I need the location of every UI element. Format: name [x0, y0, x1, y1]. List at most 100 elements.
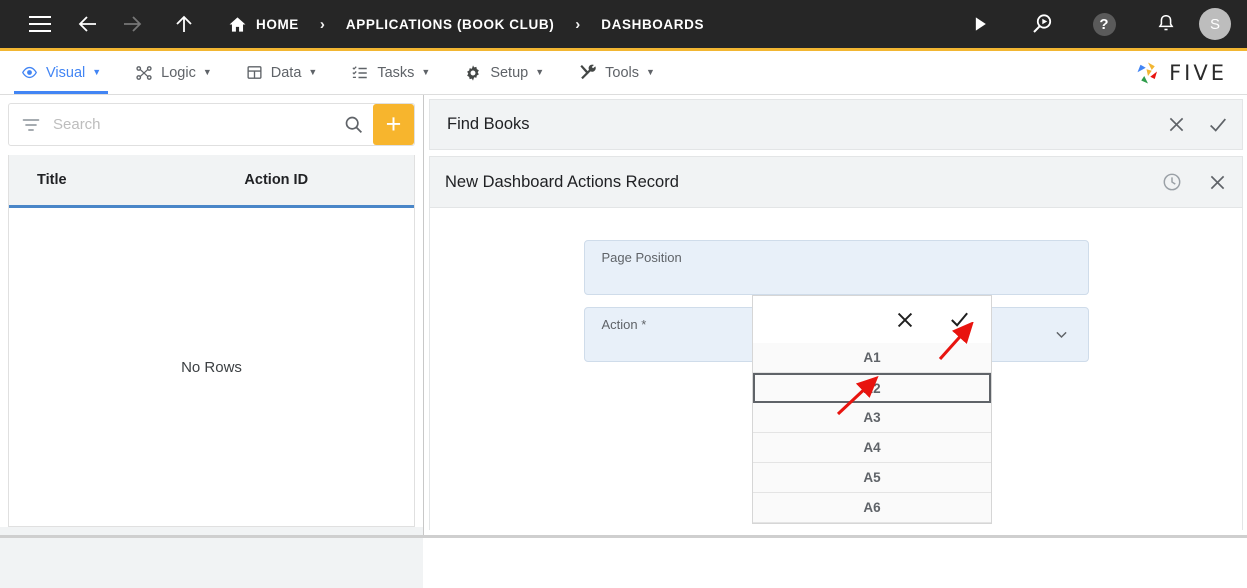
page-position-label: Page Position	[601, 250, 682, 265]
dropdown-option-a3[interactable]: A3	[753, 403, 991, 433]
user-avatar[interactable]: S	[1199, 8, 1231, 40]
clock-history-icon	[1163, 173, 1181, 191]
menu-label-tools: Tools	[605, 64, 639, 81]
run-button[interactable]	[958, 0, 1002, 48]
menu-item-data[interactable]: Data ▼	[233, 51, 331, 94]
avatar-initial: S	[1209, 15, 1220, 33]
dropdown-option-a4[interactable]: A4	[753, 433, 991, 463]
record-close-button[interactable]	[1203, 168, 1231, 196]
chevron-down-icon[interactable]	[1053, 326, 1070, 348]
five-logo-mark	[1137, 62, 1158, 83]
record-history-button[interactable]	[1158, 168, 1186, 196]
new-record-title: New Dashboard Actions Record	[445, 172, 679, 191]
breadcrumb-label-applications: APPLICATIONS (BOOK CLUB)	[345, 16, 555, 32]
page-position-field[interactable]: Page Position	[583, 240, 1089, 295]
dropdown-cancel-button[interactable]	[891, 306, 919, 334]
arrow-right-icon	[124, 16, 142, 32]
grid-header-row: Title Action ID	[9, 155, 414, 208]
five-logo: FIVE	[1133, 58, 1247, 88]
menu-item-tasks[interactable]: Tasks ▼	[338, 51, 443, 94]
check-icon	[1210, 117, 1227, 132]
plus-icon: +	[385, 109, 402, 139]
breadcrumb-separator: ›	[319, 15, 325, 33]
help-button[interactable]: ?	[1082, 0, 1126, 48]
home-icon	[228, 15, 247, 34]
records-grid: Title Action ID No Rows	[8, 155, 415, 527]
filter-icon	[22, 118, 40, 131]
menu-item-logic[interactable]: Logic ▼	[122, 51, 225, 94]
chevron-down-icon: ▼	[535, 67, 545, 77]
breadcrumb-item-home[interactable]: HOME	[226, 15, 301, 34]
action-dropdown-popup: A1 A2 A3 A4 A5 A6	[752, 295, 992, 524]
breadcrumb-item-dashboards[interactable]: DASHBOARDS	[599, 17, 706, 32]
search-input[interactable]	[53, 116, 333, 133]
gear-icon	[464, 64, 482, 82]
notifications-button[interactable]	[1144, 0, 1188, 48]
run-play-icon	[975, 17, 986, 31]
grid-column-header-action-id[interactable]: Action ID	[216, 172, 414, 188]
active-tab-underline	[14, 91, 109, 94]
top-nav-right-group: ? S	[958, 0, 1247, 48]
find-books-confirm-button[interactable]	[1204, 111, 1232, 139]
table-grid-icon	[246, 64, 263, 81]
chevron-down-icon: ▼	[308, 67, 318, 77]
dropdown-confirm-button[interactable]	[945, 306, 973, 334]
hamburger-menu-button[interactable]	[14, 0, 66, 48]
action-label: Action *	[601, 317, 647, 332]
check-icon	[950, 312, 968, 327]
hamburger-icon	[29, 16, 51, 32]
no-rows-label: No Rows	[181, 358, 242, 376]
top-navigation-bar: HOME › APPLICATIONS (BOOK CLUB) › DASHBO…	[0, 0, 1247, 51]
new-record-header: New Dashboard Actions Record	[430, 157, 1242, 208]
grid-column-header-title[interactable]: Title	[9, 172, 216, 188]
search-bar: +	[8, 103, 415, 146]
breadcrumb-separator: ›	[575, 15, 581, 33]
dropdown-option-list: A1 A2 A3 A4 A5 A6	[752, 343, 992, 524]
menu-label-tasks: Tasks	[377, 64, 415, 81]
forward-button[interactable]	[110, 0, 154, 48]
notifications-bell-icon	[1158, 14, 1174, 31]
dropdown-toolbar	[752, 295, 992, 343]
arrow-up-icon	[176, 15, 192, 32]
dropdown-option-a2[interactable]: A2	[753, 373, 991, 403]
find-books-panel-header: Find Books	[429, 99, 1243, 150]
help-icon: ?	[1092, 12, 1116, 36]
menu-label-data: Data	[270, 64, 302, 81]
find-books-actions	[1162, 111, 1242, 139]
checklist-icon	[351, 64, 369, 82]
module-menu-bar: Visual ▼ Logic ▼ Data ▼ Tasks ▼ Setup ▼ …	[0, 51, 1247, 95]
search-button[interactable]	[333, 114, 373, 135]
filter-button[interactable]	[9, 115, 53, 135]
menu-item-visual[interactable]: Visual ▼	[8, 51, 114, 94]
chevron-down-icon: ▼	[202, 67, 212, 77]
add-record-button[interactable]: +	[373, 104, 414, 145]
breadcrumb-label-home: HOME	[256, 16, 299, 32]
find-books-close-button[interactable]	[1162, 111, 1190, 139]
dropdown-option-a1[interactable]: A1	[753, 343, 991, 373]
search-debug-icon	[1033, 14, 1052, 33]
left-list-panel: + Title Action ID No Rows	[0, 95, 424, 588]
arrow-left-icon	[78, 16, 96, 32]
flow-nodes-icon	[135, 64, 153, 82]
back-button[interactable]	[66, 0, 110, 48]
dropdown-option-a6[interactable]: A6	[753, 493, 991, 523]
close-x-icon	[897, 312, 913, 327]
new-record-actions	[1158, 168, 1242, 196]
dropdown-option-a5[interactable]: A5	[753, 463, 991, 493]
menu-label-visual: Visual	[46, 64, 86, 81]
tools-wrench-screwdriver-icon	[578, 63, 597, 82]
menu-item-tools[interactable]: Tools ▼	[565, 51, 668, 94]
find-books-title: Find Books	[447, 115, 530, 133]
grid-empty-state: No Rows	[9, 208, 414, 526]
menu-label-logic: Logic	[161, 64, 196, 81]
menu-item-setup[interactable]: Setup ▼	[451, 51, 557, 94]
search-debug-button[interactable]	[1020, 0, 1064, 48]
chevron-down-icon: ▼	[646, 67, 655, 77]
top-nav-left-group: HOME › APPLICATIONS (BOOK CLUB) › DASHBO…	[0, 0, 706, 48]
eye-icon	[21, 64, 38, 81]
search-icon	[345, 116, 362, 133]
breadcrumb-label-dashboards: DASHBOARDS	[601, 16, 705, 32]
up-button[interactable]	[162, 0, 206, 48]
breadcrumb-item-applications[interactable]: APPLICATIONS (BOOK CLUB)	[344, 17, 556, 32]
five-logo-text: FIVE	[1169, 60, 1227, 85]
